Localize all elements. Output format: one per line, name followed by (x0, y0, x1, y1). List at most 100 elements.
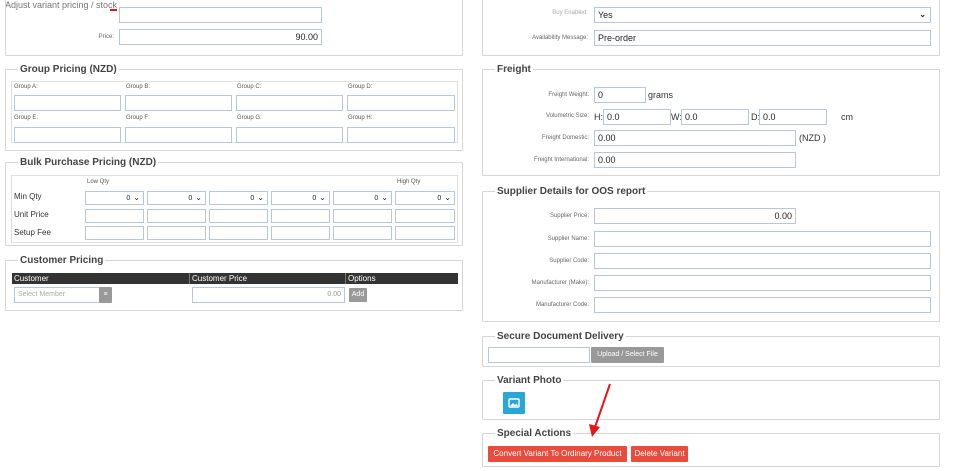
buy-enabled-label: Buy Enabled: (552, 10, 588, 16)
supplier-price-input[interactable]: 0.00 (594, 208, 796, 224)
min-qty-select-5[interactable]: 0 ⌄ (333, 191, 392, 205)
member-list-button[interactable]: ≡ (99, 287, 112, 303)
availability-panel: Buy Enabled: Yes ⌄ Availability Message:… (482, 0, 940, 56)
group-g-label: Group G: (237, 115, 262, 121)
min-qty-value-3: 0 (250, 195, 255, 202)
variant-photo-button[interactable] (503, 392, 525, 414)
min-qty-select-1[interactable]: 0 ⌄ (85, 191, 144, 205)
setup-fee-input-1[interactable] (85, 226, 144, 240)
delete-variant-button[interactable]: Delete Variant (631, 446, 688, 462)
secure-doc-file-input[interactable] (488, 347, 590, 363)
price-input[interactable]: 90.00 (119, 29, 322, 45)
freight-international-input[interactable]: 0.00 (594, 152, 796, 168)
min-qty-select-6[interactable]: 0 ⌄ (395, 191, 455, 205)
chevron-down-icon: ⌄ (319, 193, 326, 202)
annotation-arrow-icon (589, 383, 611, 437)
min-qty-select-2[interactable]: 0 ⌄ (147, 191, 206, 205)
group-b-label: Group B: (126, 84, 151, 90)
min-qty-value-5: 0 (374, 195, 379, 202)
unit-price-label: Unit Price (14, 210, 49, 219)
supplier-title: Supplier Details for OOS report (495, 185, 648, 198)
customer-price-input[interactable]: 0.00 (192, 287, 345, 303)
upload-select-file-button[interactable]: Upload / Select File (591, 347, 664, 363)
height-input[interactable]: 0.0 (603, 109, 671, 125)
volume-unit: cm (841, 112, 853, 122)
group-e-input[interactable] (14, 127, 121, 143)
customer-col-header: Customer (12, 273, 190, 284)
buy-enabled-select[interactable]: Yes ⌄ (594, 7, 931, 23)
manufacturer-code-input[interactable] (594, 297, 931, 313)
setup-fee-input-4[interactable] (271, 226, 330, 240)
group-c-label: Group C: (237, 84, 262, 90)
min-qty-label: Min Qty (14, 192, 42, 201)
min-qty-value-6: 0 (437, 195, 442, 202)
options-col-header: Options (346, 273, 458, 284)
manufacturer-make-input[interactable] (594, 275, 931, 291)
min-qty-value-1: 0 (126, 195, 131, 202)
setup-fee-input-6[interactable] (395, 226, 455, 240)
unit-price-input-6[interactable] (395, 209, 455, 223)
freight-weight-input[interactable]: 0 (594, 87, 646, 103)
top-hidden-field[interactable] (119, 7, 322, 23)
freight-title: Freight (495, 63, 533, 76)
supplier-code-input[interactable] (594, 253, 931, 269)
freight-domestic-input[interactable]: 0.00 (594, 130, 796, 146)
group-pricing-panel: Group Pricing (NZD) Group A: Group B: Gr… (5, 63, 463, 151)
freight-weight-label: Freight Weight: (548, 92, 589, 98)
min-qty-select-3[interactable]: 0 ⌄ (209, 191, 268, 205)
chevron-down-icon: ⌄ (919, 10, 926, 19)
depth-input[interactable]: 0.0 (759, 109, 827, 125)
supplier-name-label: Supplier Name: (547, 236, 589, 242)
list-icon: ≡ (103, 291, 108, 298)
h-label: H: (594, 112, 603, 122)
supplier-code-label: Supplier Code: (549, 258, 589, 264)
setup-fee-input-2[interactable] (147, 226, 206, 240)
min-qty-value-2: 0 (188, 195, 193, 202)
unit-price-input-3[interactable] (209, 209, 268, 223)
group-c-input[interactable] (236, 95, 343, 111)
group-b-input[interactable] (125, 95, 232, 111)
supplier-price-label: Supplier Price: (549, 213, 589, 219)
variant-photo-title: Variant Photo (495, 374, 564, 387)
chevron-down-icon: ⌄ (444, 193, 451, 202)
unit-price-input-4[interactable] (271, 209, 330, 223)
convert-to-product-button[interactable]: Convert Variant To Ordinary Product (488, 446, 627, 462)
group-a-input[interactable] (14, 95, 121, 111)
supplier-panel: Supplier Details for OOS report Supplier… (482, 185, 940, 322)
unit-price-input-5[interactable] (333, 209, 392, 223)
price-panel: Price: 90.00 (5, 0, 463, 56)
group-a-label: Group A: (14, 84, 38, 90)
width-input[interactable]: 0.0 (681, 109, 749, 125)
group-h-label: Group H: (348, 115, 373, 121)
select-member-input[interactable]: Select Member (14, 287, 102, 303)
group-g-input[interactable] (236, 127, 343, 143)
customer-pricing-panel: Customer Pricing Customer Customer Price… (5, 254, 463, 311)
red-mark (110, 9, 117, 11)
freight-domestic-label: Freight Domestic: (541, 135, 589, 141)
unit-price-input-2[interactable] (147, 209, 206, 223)
image-icon (508, 398, 520, 408)
availability-message-input[interactable]: Pre-order (594, 30, 931, 46)
manufacturer-make-label: Manufacturer (Make): (531, 280, 589, 286)
add-button[interactable]: Add (349, 288, 367, 302)
domestic-unit: (NZD ) (799, 133, 826, 143)
group-f-input[interactable] (125, 127, 232, 143)
chevron-down-icon: ⌄ (195, 193, 202, 202)
setup-fee-input-3[interactable] (209, 226, 268, 240)
group-h-input[interactable] (347, 127, 455, 143)
special-actions-title: Special Actions (495, 427, 574, 440)
low-qty-label: Low Qty (87, 179, 110, 185)
chevron-down-icon: ⌄ (381, 193, 388, 202)
setup-fee-input-5[interactable] (333, 226, 392, 240)
freight-panel: Freight Freight Weight: 0 grams Volumetr… (482, 63, 940, 176)
customer-price-col-header: Customer Price (190, 273, 346, 284)
buy-enabled-value: Yes (598, 10, 613, 20)
secure-doc-title: Secure Document Delivery (495, 330, 626, 343)
group-d-input[interactable] (347, 95, 455, 111)
bulk-pricing-title: Bulk Purchase Pricing (NZD) (18, 156, 159, 169)
supplier-name-input[interactable] (594, 231, 931, 247)
weight-unit: grams (648, 90, 674, 100)
price-label: Price: (98, 34, 114, 40)
unit-price-input-1[interactable] (85, 209, 144, 223)
min-qty-select-4[interactable]: 0 ⌄ (271, 191, 330, 205)
